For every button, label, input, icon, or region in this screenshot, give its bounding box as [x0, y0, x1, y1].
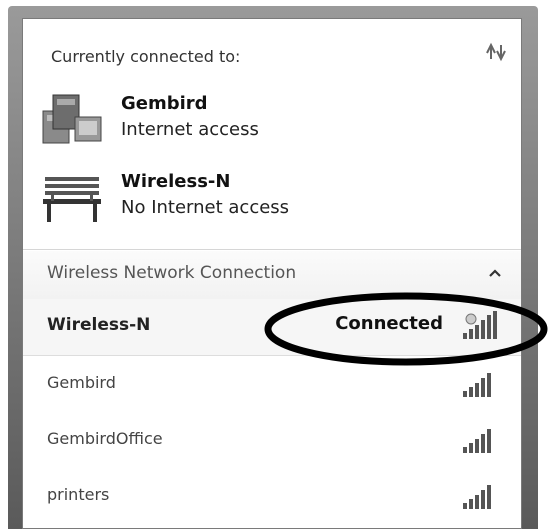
connection-status: Internet access [121, 119, 259, 140]
signal-strength-icon [463, 429, 491, 453]
connection-name: Wireless-N [121, 171, 231, 192]
connection-name: Gembird [121, 93, 208, 114]
connection-status: No Internet access [121, 197, 290, 218]
divider [23, 249, 521, 250]
network-flyout-panel: Currently connected to: Gembird Internet… [22, 18, 522, 529]
network-name: Wireless-N [47, 315, 151, 335]
network-item-gembirdoffice[interactable]: GembirdOffice [23, 413, 521, 469]
signal-strength-icon [463, 373, 491, 397]
connection-item-wireless-n[interactable]: Wireless-N No Internet access [41, 171, 401, 231]
refresh-icon[interactable] [483, 41, 509, 63]
network-name: GembirdOffice [47, 429, 163, 448]
connected-status: Connected [335, 313, 443, 334]
network-item-printers[interactable]: printers [23, 469, 521, 525]
signal-strength-icon [463, 311, 497, 339]
signal-strength-icon [463, 485, 491, 509]
network-name: Gembird [47, 373, 116, 392]
park-bench-icon [43, 177, 101, 222]
connection-item-gembird[interactable]: Gembird Internet access [41, 93, 401, 153]
network-item-wireless-n[interactable]: Wireless-N Connected [23, 299, 521, 356]
chevron-up-icon[interactable] [487, 265, 503, 281]
network-item-gembird[interactable]: Gembird [23, 357, 521, 413]
section-title: Wireless Network Connection [47, 263, 297, 283]
computer-network-icon [42, 94, 102, 144]
currently-connected-label: Currently connected to: [51, 47, 241, 66]
wireless-network-connection-header[interactable]: Wireless Network Connection [23, 251, 521, 299]
network-name: printers [47, 485, 110, 504]
